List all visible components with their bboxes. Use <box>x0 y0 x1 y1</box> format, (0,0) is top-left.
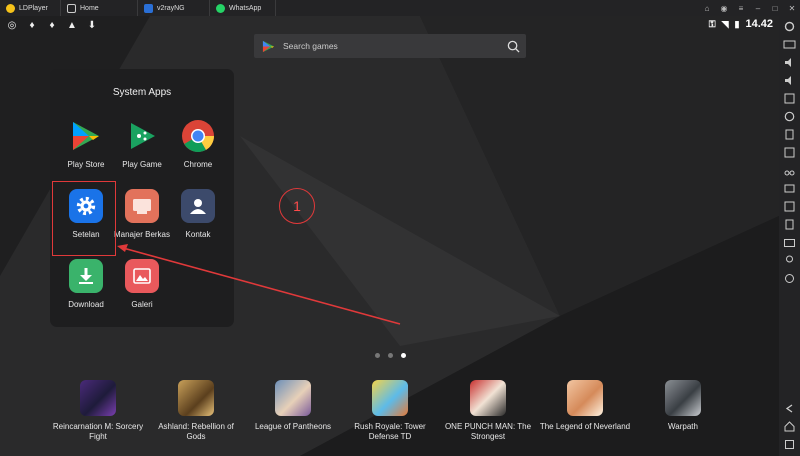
app-icon: ▲ <box>67 19 77 31</box>
tab-label: Home <box>80 4 99 12</box>
recent-apps-icon[interactable] <box>783 438 796 451</box>
step-number-badge: 1 <box>279 188 315 224</box>
v2ray-icon: ♦ <box>29 19 35 31</box>
multi-instance-icon[interactable] <box>783 218 796 231</box>
location-icon[interactable] <box>783 254 796 267</box>
notification-icons: ◎ ♦ ♦ ▲ ⬇ <box>6 19 98 31</box>
tab-label: LDPlayer <box>19 4 48 12</box>
gamepad-icon[interactable]: ⌂ <box>703 4 711 13</box>
back-icon[interactable] <box>783 402 796 415</box>
game-icon <box>80 380 116 416</box>
clock: 14.42 <box>745 18 773 30</box>
tab-whatsapp[interactable]: WhatsApp <box>210 0 276 16</box>
status-bar: ◎ ♦ ♦ ▲ ⬇ ⚿ ◥ ▮ 14.42 <box>0 16 779 36</box>
screenshot-icon[interactable] <box>783 146 796 159</box>
keyboard-icon[interactable] <box>783 38 796 51</box>
record-icon[interactable] <box>783 182 796 195</box>
highlight-box <box>52 181 116 256</box>
play-store-icon <box>69 119 103 153</box>
tab-label: WhatsApp <box>229 4 262 12</box>
game-label: Rush Royale: Tower Defense TD <box>354 422 426 441</box>
wifi-icon: ◥ <box>721 18 729 29</box>
folder-title: System Apps <box>112 87 172 98</box>
page-dot[interactable] <box>388 353 393 358</box>
game-label: Reincarnation M: Sorcery Fight <box>52 422 144 441</box>
app-kontak[interactable]: Kontak <box>163 189 233 239</box>
tab-home[interactable]: Home <box>61 0 138 16</box>
rotate-icon[interactable] <box>783 110 796 123</box>
close-icon[interactable]: ✕ <box>788 4 796 13</box>
search-games-bar[interactable]: Search games <box>254 34 526 58</box>
game-reincarnation[interactable]: Reincarnation M: Sorcery Fight <box>48 380 148 442</box>
game-legend-of-neverland[interactable]: The Legend of Neverland <box>535 380 635 432</box>
key-icon: ⚿ <box>708 18 716 29</box>
game-warpath[interactable]: Warpath <box>633 380 733 432</box>
volume-up-icon[interactable] <box>783 56 796 69</box>
gallery-icon <box>125 259 159 293</box>
sync-icon[interactable] <box>783 272 796 285</box>
v2ray-icon: ♦ <box>49 19 55 31</box>
download-icon: ⬇ <box>87 19 97 31</box>
title-bar: LDPlayer Home v2rayNG WhatsApp ⌂ ◉ ≡ – □… <box>0 0 800 16</box>
page-indicator <box>375 353 406 358</box>
volume-down-icon[interactable] <box>783 74 796 87</box>
emulator-sidebar <box>779 16 800 456</box>
game-label: League of Pantheons <box>254 422 332 431</box>
game-label: Ashland: Rebellion of Gods <box>158 422 234 441</box>
fullscreen-icon[interactable] <box>783 92 796 105</box>
game-one-punch-man[interactable]: ONE PUNCH MAN: The Strongest <box>438 380 538 442</box>
folder-icon[interactable] <box>783 236 796 249</box>
game-league-of-pantheons[interactable]: League of Pantheons <box>243 380 343 432</box>
search-placeholder: Search games <box>283 41 338 51</box>
file-manager-icon <box>125 189 159 223</box>
game-label: ONE PUNCH MAN: The Strongest <box>444 422 532 441</box>
minimize-icon[interactable]: – <box>754 4 762 13</box>
chrome-icon <box>181 119 215 153</box>
whatsapp-icon: ◎ <box>7 19 17 31</box>
game-ashland[interactable]: Ashland: Rebellion of Gods <box>146 380 246 442</box>
v2ray-icon <box>144 3 153 13</box>
shake-icon[interactable] <box>783 128 796 141</box>
menu-icon[interactable]: ≡ <box>737 4 745 13</box>
game-icon <box>470 380 506 416</box>
game-label: The Legend of Neverland <box>539 422 631 431</box>
game-label: Warpath <box>668 422 698 431</box>
battery-icon: ▮ <box>734 18 740 29</box>
page-dot-active[interactable] <box>401 353 406 358</box>
tab-v2rayng[interactable]: v2rayNG <box>138 0 210 16</box>
android-screen: ◎ ♦ ♦ ▲ ⬇ ⚿ ◥ ▮ 14.42 Search games Syste… <box>0 16 779 456</box>
app-label: Kontak <box>185 230 211 239</box>
contacts-icon <box>181 189 215 223</box>
whatsapp-icon <box>216 3 225 13</box>
ldplayer-logo-icon <box>6 3 15 13</box>
tab-label: v2rayNG <box>157 4 185 12</box>
maximize-icon[interactable]: □ <box>771 4 779 13</box>
app-label: Chrome <box>183 160 213 169</box>
app-chrome[interactable]: Chrome <box>163 119 233 169</box>
game-icon <box>178 380 214 416</box>
play-store-icon <box>262 40 275 52</box>
home-icon[interactable] <box>783 420 796 433</box>
game-rush-royale[interactable]: Rush Royale: Tower Defense TD <box>340 380 440 442</box>
tab-ldplayer[interactable]: LDPlayer <box>0 0 61 16</box>
emulator-window: LDPlayer Home v2rayNG WhatsApp ⌂ ◉ ≡ – □… <box>0 0 800 456</box>
macro-icon[interactable] <box>783 200 796 213</box>
game-icon <box>665 380 701 416</box>
window-controls: ⌂ ◉ ≡ – □ ✕ <box>703 0 796 16</box>
download-icon <box>69 259 103 293</box>
system-indicators: ⚿ ◥ ▮ 14.42 <box>709 18 773 30</box>
game-icon <box>372 380 408 416</box>
account-icon[interactable]: ◉ <box>720 4 728 13</box>
app-galeri[interactable]: Galeri <box>107 259 177 309</box>
page-dot[interactable] <box>375 353 380 358</box>
app-label: Galeri <box>131 300 153 309</box>
game-icon <box>567 380 603 416</box>
game-icon <box>275 380 311 416</box>
search-icon[interactable] <box>507 40 520 53</box>
scissors-icon[interactable] <box>783 164 796 177</box>
play-games-icon <box>125 119 159 153</box>
home-icon <box>67 3 76 13</box>
settings-icon[interactable] <box>783 20 796 33</box>
